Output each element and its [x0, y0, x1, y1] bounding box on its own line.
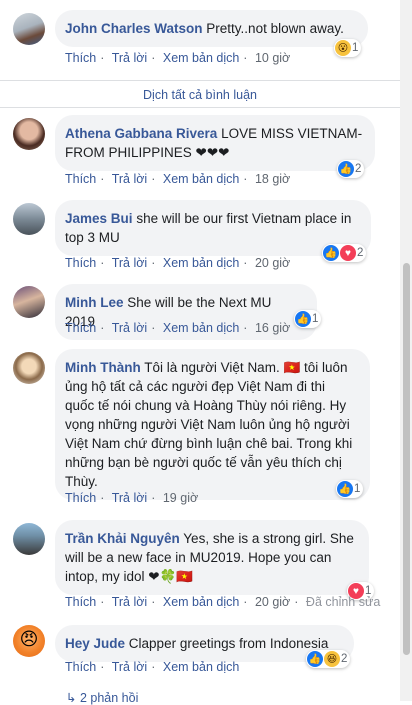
like-link[interactable]: Thích — [65, 595, 96, 609]
avatar[interactable] — [13, 203, 45, 235]
commenter-name[interactable]: Minh Thành — [65, 360, 141, 375]
commenter-name[interactable]: Athena Gabbana Rivera — [65, 126, 217, 141]
commenter-name[interactable]: James Bui — [65, 211, 133, 226]
like-link[interactable]: Thích — [65, 172, 96, 186]
reaction-summary[interactable]: 😮 1 — [334, 39, 362, 57]
reaction-count: 2 — [355, 163, 362, 175]
reaction-count: 2 — [357, 247, 364, 259]
comment-time[interactable]: 16 giờ — [255, 321, 290, 335]
reaction-count: 1 — [312, 313, 319, 325]
reply-link[interactable]: Trả lời — [112, 660, 148, 674]
reply-link[interactable]: Trả lời — [112, 491, 148, 505]
avatar[interactable] — [13, 352, 45, 384]
commenter-name[interactable]: Hey Jude — [65, 636, 125, 651]
comment-time[interactable]: 18 giờ — [255, 172, 290, 186]
comment-actions: Thích · Trả lời · Xem bản dịch — [65, 660, 240, 674]
divider — [0, 80, 400, 81]
like-link[interactable]: Thích — [65, 491, 96, 505]
reply-link[interactable]: Trả lời — [112, 51, 148, 65]
comment-text: Pretty..not blown away. — [206, 21, 344, 36]
comment-actions: Thích · Trả lời · Xem bản dịch · 18 giờ — [65, 172, 291, 186]
view-replies-link[interactable]: ↳ 2 phản hồi — [66, 690, 138, 705]
translate-link[interactable]: Xem bản dịch — [163, 660, 239, 674]
avatar[interactable] — [13, 118, 45, 150]
reply-link[interactable]: Trả lời — [112, 321, 148, 335]
reply-link[interactable]: Trả lời — [112, 256, 148, 270]
comment-time[interactable]: 10 giờ — [255, 51, 290, 65]
reaction-summary[interactable]: 👍 2 — [337, 160, 365, 178]
reaction-summary[interactable]: 👍 1 — [336, 480, 364, 498]
reply-link[interactable]: Trả lời — [112, 595, 148, 609]
avatar[interactable]: 😠 — [13, 625, 45, 657]
like-icon: 👍 — [338, 161, 354, 177]
comment-actions: Thích · Trả lời · Xem bản dịch · 20 giờ — [65, 256, 291, 270]
reaction-summary[interactable]: 👍 1 — [294, 310, 322, 328]
comment-bubble: Minh Thành Tôi là người Việt Nam. 🇻🇳 tôi… — [55, 349, 370, 500]
comment-time[interactable]: 20 giờ — [255, 595, 290, 609]
comment-actions: Thích · Trả lời · Xem bản dịch · 10 giờ — [65, 51, 291, 65]
translate-all-link[interactable]: Dịch tất cả bình luận — [0, 88, 400, 102]
commenter-name[interactable]: Trần Khải Nguyên — [65, 531, 180, 546]
like-link[interactable]: Thích — [65, 51, 96, 65]
comment-actions: Thích · Trả lời · Xem bản dịch · 20 giờ · Đã… — [65, 595, 381, 609]
comment-time[interactable]: 20 giờ — [255, 256, 290, 270]
reaction-count: 1 — [354, 483, 361, 495]
like-link[interactable]: Thích — [65, 321, 96, 335]
haha-icon: 😆 — [324, 651, 340, 667]
edited-label[interactable]: Đã chỉnh sửa — [306, 595, 380, 609]
reaction-summary[interactable]: 👍 ♥ 2 — [322, 244, 367, 262]
angry-face-icon: 😠 — [19, 629, 39, 649]
avatar[interactable] — [13, 286, 45, 318]
translate-link[interactable]: Xem bản dịch — [163, 595, 239, 609]
like-icon: 👍 — [323, 245, 339, 261]
translate-link[interactable]: Xem bản dịch — [163, 256, 239, 270]
reply-arrow-icon: ↳ — [66, 691, 77, 705]
comment-actions: Thích · Trả lời · Xem bản dịch · 16 giờ — [65, 321, 291, 335]
commenter-name[interactable]: John Charles Watson — [65, 21, 203, 36]
comment-actions: Thích · Trả lời · 19 giờ — [65, 491, 199, 505]
commenter-name[interactable]: Minh Lee — [65, 295, 124, 310]
translate-link[interactable]: Xem bản dịch — [163, 172, 239, 186]
comment-text: Clapper greetings from Indonesia — [128, 636, 329, 651]
scrollbar[interactable] — [400, 0, 412, 701]
like-icon: 👍 — [307, 651, 323, 667]
comment-bubble: John Charles Watson Pretty..not blown aw… — [55, 10, 368, 47]
avatar[interactable] — [13, 13, 45, 45]
comment-bubble: Trần Khải Nguyên Yes, she is a strong gi… — [55, 520, 369, 595]
like-icon: 👍 — [337, 481, 353, 497]
comment-text: Tôi là người Việt Nam. 🇻🇳 tôi luôn ủng h… — [65, 360, 353, 489]
reaction-summary[interactable]: 👍 😆 2 — [306, 650, 351, 668]
like-icon: 👍 — [295, 311, 311, 327]
comment-bubble: Athena Gabbana Rivera LOVE MISS VIETNAM-… — [55, 115, 375, 171]
comment-time[interactable]: 19 giờ — [163, 491, 198, 505]
wow-icon: 😮 — [335, 40, 351, 56]
replies-count: 2 phản hồi — [79, 691, 139, 705]
like-link[interactable]: Thích — [65, 256, 96, 270]
like-link[interactable]: Thích — [65, 660, 96, 674]
reaction-count: 1 — [352, 42, 359, 54]
reply-link[interactable]: Trả lời — [112, 172, 148, 186]
love-icon: ♥ — [340, 245, 356, 261]
avatar[interactable] — [13, 523, 45, 555]
translate-link[interactable]: Xem bản dịch — [163, 51, 239, 65]
translate-link[interactable]: Xem bản dịch — [163, 321, 239, 335]
reaction-count: 2 — [341, 653, 348, 665]
divider — [0, 107, 400, 108]
scrollbar-thumb[interactable] — [403, 263, 410, 655]
